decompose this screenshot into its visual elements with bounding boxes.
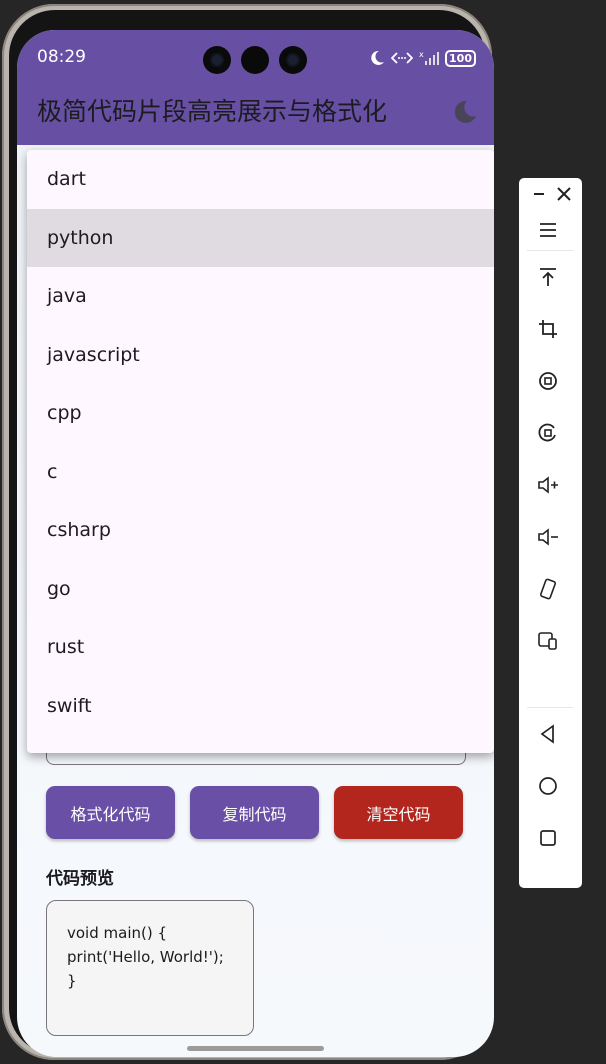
toolbar-divider: [527, 250, 573, 251]
code-line: }: [67, 972, 77, 990]
shake-icon[interactable]: [536, 577, 560, 601]
language-option[interactable]: cpp: [27, 384, 494, 443]
home-indicator[interactable]: [187, 1046, 324, 1051]
volume-up-icon[interactable]: [536, 473, 560, 497]
status-time: 08:29: [37, 47, 86, 67]
language-dropdown-menu: dart python java javascript cpp c csharp…: [27, 150, 494, 753]
action-buttons: 格式化代码 复制代码 清空代码: [46, 786, 463, 839]
crop-icon[interactable]: [536, 317, 560, 341]
dark-mode-toggle-icon[interactable]: [452, 99, 478, 125]
language-option[interactable]: csharp: [27, 501, 494, 560]
language-option[interactable]: dart: [27, 150, 494, 209]
code-line: print('Hello, World!');: [67, 948, 224, 966]
camera-icon: [203, 46, 231, 74]
app-bar: 08:29 x 100 极简代码片段高亮展示与格式化: [17, 30, 494, 145]
rotate-icon[interactable]: [536, 369, 560, 393]
phone-bezel: 08:29 x 100 极简代码片段高亮展示与格式化 格式化代码 复制代码 清空…: [9, 10, 494, 1057]
close-icon[interactable]: [552, 182, 576, 206]
phone-frame: 08:29 x 100 极简代码片段高亮展示与格式化 格式化代码 复制代码 清空…: [2, 4, 494, 1060]
back-icon[interactable]: [536, 722, 560, 746]
language-option[interactable]: java: [27, 267, 494, 326]
copy-code-button[interactable]: 复制代码: [190, 786, 319, 839]
code-line: void main() {: [67, 924, 168, 942]
svg-text:x: x: [419, 50, 424, 59]
camera-icon: [279, 46, 307, 74]
page-title: 极简代码片段高亮展示与格式化: [37, 97, 388, 126]
pin-top-icon[interactable]: [536, 265, 560, 289]
rotate-alt-icon[interactable]: [536, 421, 560, 445]
data-transfer-icon: [391, 52, 414, 64]
language-option-selected[interactable]: python: [27, 208, 494, 267]
format-code-button[interactable]: 格式化代码: [46, 786, 175, 839]
language-option[interactable]: javascript: [27, 326, 494, 385]
toolbar-divider: [527, 707, 573, 708]
status-icons: x 100: [369, 48, 476, 68]
language-option[interactable]: rust: [27, 618, 494, 677]
overview-icon[interactable]: [536, 826, 560, 850]
clear-code-button[interactable]: 清空代码: [334, 786, 463, 839]
volume-down-icon[interactable]: [536, 525, 560, 549]
language-option[interactable]: c: [27, 443, 494, 502]
camera-icon: [241, 46, 269, 74]
app-screen: 08:29 x 100 极简代码片段高亮展示与格式化 格式化代码 复制代码 清空…: [17, 30, 494, 1057]
code-preview: void main() { print('Hello, World!'); }: [46, 900, 254, 1036]
battery-icon: 100: [445, 49, 476, 67]
home-icon[interactable]: [536, 774, 560, 798]
moon-status-icon: [371, 50, 385, 65]
preview-title: 代码预览: [46, 869, 114, 889]
language-option[interactable]: go: [27, 560, 494, 619]
language-option[interactable]: swift: [27, 677, 494, 736]
emulator-toolbar: [519, 178, 582, 888]
menu-icon[interactable]: [536, 218, 560, 242]
multi-device-icon[interactable]: [536, 629, 560, 653]
signal-icon: x: [419, 50, 440, 65]
minimize-icon[interactable]: [527, 182, 551, 206]
